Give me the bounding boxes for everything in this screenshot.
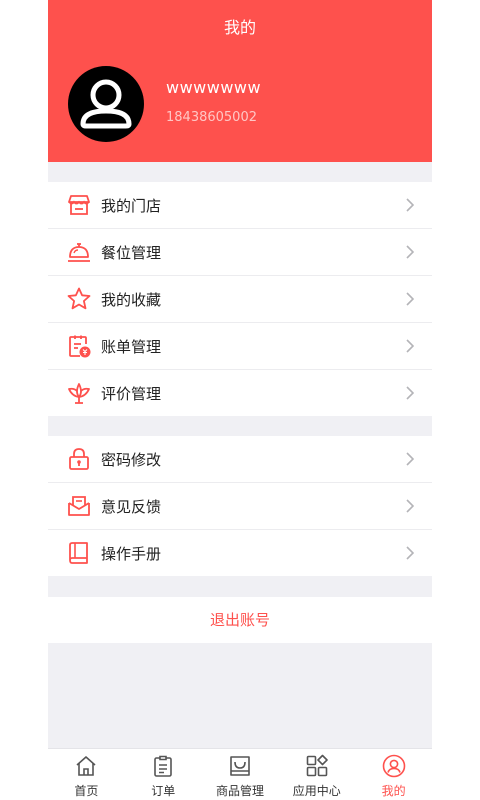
tab-label: 应用中心 bbox=[292, 784, 341, 798]
menu-item-label: 意见反馈 bbox=[101, 497, 162, 516]
order-icon bbox=[154, 755, 172, 777]
menu-item-my-store[interactable]: 我的门店 bbox=[48, 182, 432, 229]
menu-item-label: 账单管理 bbox=[101, 337, 162, 356]
chevron-right-icon bbox=[406, 546, 414, 560]
store-icon bbox=[68, 195, 90, 215]
menu-item-label: 我的收藏 bbox=[101, 290, 162, 309]
chevron-right-icon bbox=[406, 245, 414, 259]
app-screen: 我的 wwwwwww 18438605002 我的门店 餐位管理 我的收藏 账单… bbox=[48, 0, 432, 800]
feedback-mail-icon bbox=[68, 496, 90, 516]
book-icon bbox=[69, 542, 88, 564]
menu-item-my-favorites[interactable]: 我的收藏 bbox=[48, 276, 432, 323]
page-title: 我的 bbox=[223, 18, 256, 37]
bill-icon bbox=[69, 335, 91, 358]
goods-bag-icon bbox=[230, 756, 250, 776]
tab-mine[interactable]: 我的 bbox=[355, 749, 432, 800]
profile-header: 我的 wwwwwww 18438605002 bbox=[48, 0, 432, 162]
username: wwwwwww bbox=[166, 78, 262, 97]
menu-item-bill-management[interactable]: 账单管理 bbox=[48, 323, 432, 370]
phone-number: 18438605002 bbox=[166, 110, 257, 125]
logout-button[interactable]: 退出账号 bbox=[48, 597, 432, 643]
apps-icon bbox=[306, 754, 328, 777]
chevron-right-icon bbox=[406, 292, 414, 306]
tab-app-center[interactable]: 应用中心 bbox=[278, 749, 355, 800]
menu-item-label: 餐位管理 bbox=[101, 243, 162, 262]
lotus-icon bbox=[68, 383, 90, 404]
star-icon bbox=[67, 287, 91, 310]
home-icon bbox=[76, 756, 96, 776]
chevron-right-icon bbox=[406, 198, 414, 212]
tab-orders[interactable]: 订单 bbox=[125, 749, 202, 800]
chevron-right-icon bbox=[406, 339, 414, 353]
chevron-right-icon bbox=[406, 499, 414, 513]
menu-item-label: 我的门店 bbox=[101, 196, 162, 215]
lock-icon bbox=[69, 448, 89, 470]
avatar[interactable] bbox=[68, 66, 144, 142]
menu-item-feedback[interactable]: 意见反馈 bbox=[48, 483, 432, 530]
tab-home[interactable]: 首页 bbox=[48, 749, 125, 800]
tab-label: 商品管理 bbox=[215, 784, 264, 798]
menu-item-manual[interactable]: 操作手册 bbox=[48, 530, 432, 576]
menu-item-change-password[interactable]: 密码修改 bbox=[48, 436, 432, 483]
menu-item-seat-management[interactable]: 餐位管理 bbox=[48, 229, 432, 276]
chevron-right-icon bbox=[406, 386, 414, 400]
tab-goods-management[interactable]: 商品管理 bbox=[202, 749, 279, 800]
menu-group-account: 我的门店 餐位管理 我的收藏 账单管理 评价管理 bbox=[48, 182, 432, 416]
tab-label: 订单 bbox=[151, 784, 176, 798]
menu-item-label: 操作手册 bbox=[101, 544, 162, 563]
tab-label: 我的 bbox=[381, 784, 406, 798]
chevron-right-icon bbox=[406, 452, 414, 466]
menu-item-review-management[interactable]: 评价管理 bbox=[48, 370, 432, 416]
bottom-tab-bar: 首页 订单 商品管理 应用中心 我的 bbox=[48, 748, 432, 800]
profile-icon bbox=[382, 754, 405, 778]
menu-group-settings: 密码修改 意见反馈 操作手册 bbox=[48, 436, 432, 576]
menu-item-label: 密码修改 bbox=[101, 450, 162, 469]
dining-bell-icon bbox=[68, 243, 90, 262]
tab-label: 首页 bbox=[74, 784, 99, 798]
menu-item-label: 评价管理 bbox=[101, 384, 162, 403]
